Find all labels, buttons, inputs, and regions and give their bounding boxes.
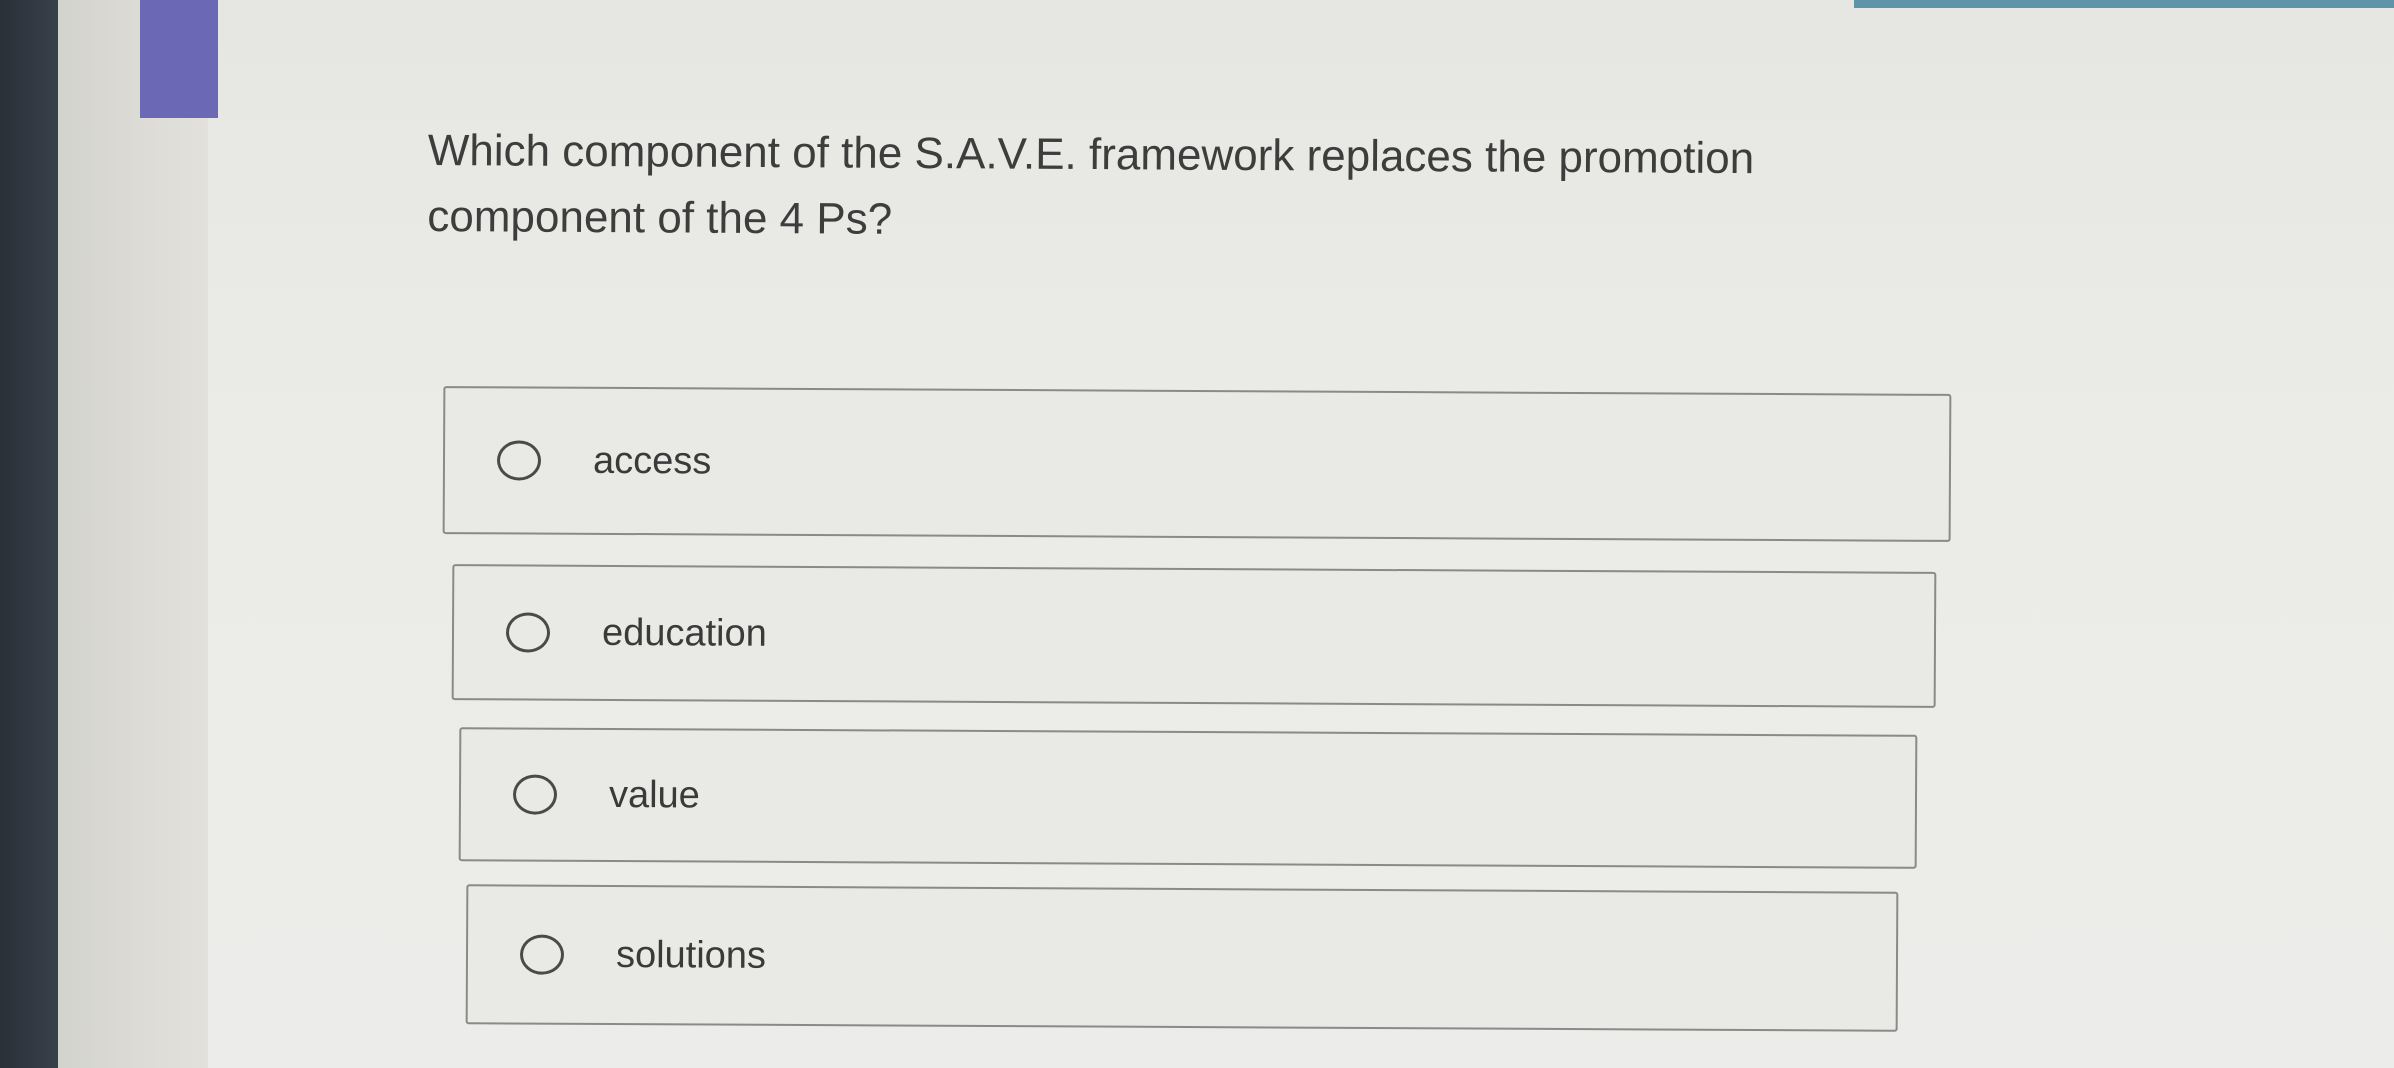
option-label: access xyxy=(592,439,712,482)
option-label: education xyxy=(601,611,767,655)
option-label: solutions xyxy=(615,933,767,977)
option-label: value xyxy=(608,773,700,816)
option-access[interactable]: access xyxy=(442,386,1952,542)
option-solutions[interactable]: solutions xyxy=(465,884,1899,1032)
radio-button-icon[interactable] xyxy=(519,934,565,975)
radio-button-icon[interactable] xyxy=(505,612,551,653)
option-value[interactable]: value xyxy=(458,727,1918,869)
option-education[interactable]: education xyxy=(451,564,1937,708)
radio-button-icon[interactable] xyxy=(512,774,558,815)
answer-options: access education value solutions xyxy=(0,0,2394,1068)
radio-button-icon[interactable] xyxy=(496,440,542,481)
